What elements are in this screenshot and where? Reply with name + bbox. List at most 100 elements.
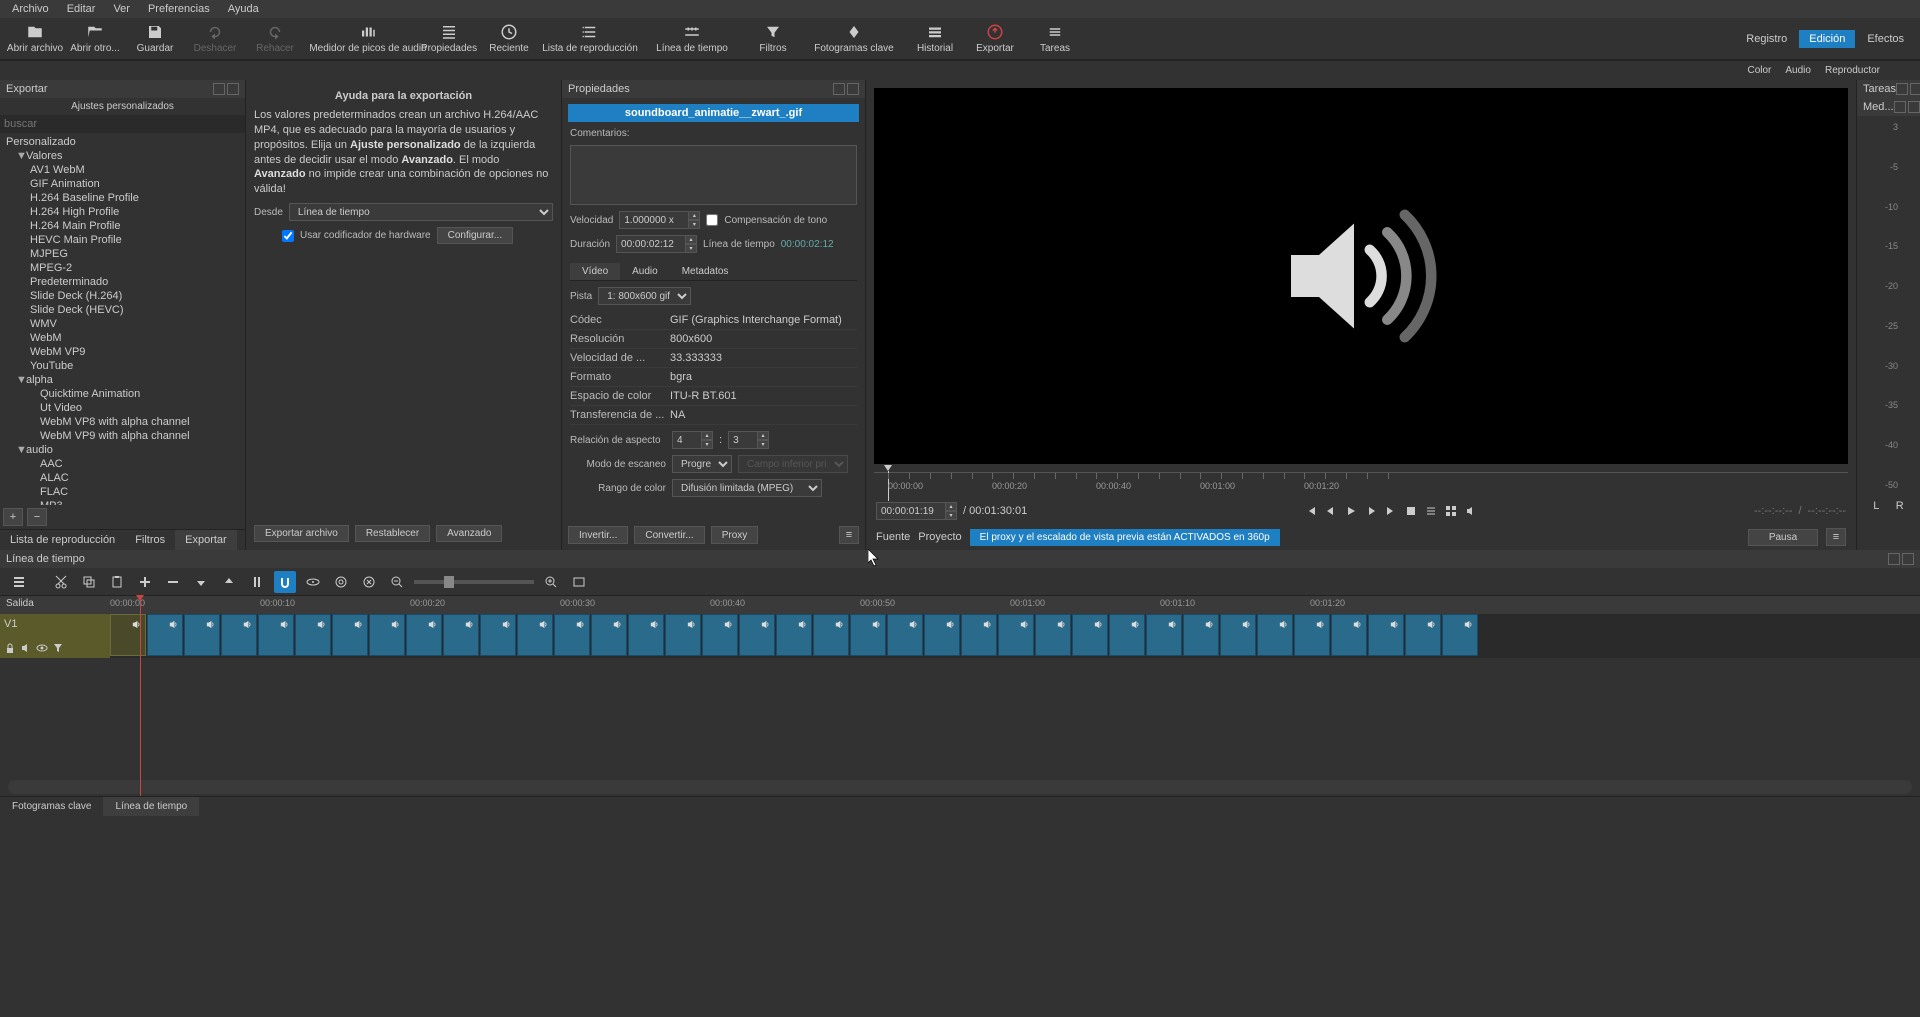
preset-item[interactable]: WMV <box>0 317 245 331</box>
clip[interactable] <box>480 614 516 656</box>
clip[interactable] <box>406 614 442 656</box>
zoom-fit-button[interactable] <box>568 571 590 593</box>
preset-item[interactable]: H.264 Baseline Profile <box>0 191 245 205</box>
clip[interactable] <box>1294 614 1330 656</box>
preset-item[interactable]: YouTube <box>0 359 245 373</box>
footer-tab-timeline[interactable]: Línea de tiempo <box>103 797 199 816</box>
props-tab-audio[interactable]: Audio <box>620 263 670 280</box>
export-file-button[interactable]: Exportar archivo <box>254 525 349 542</box>
clip[interactable] <box>184 614 220 656</box>
undock-icon[interactable] <box>833 83 845 95</box>
aspect-w-input[interactable] <box>672 431 702 449</box>
clip[interactable] <box>1220 614 1256 656</box>
clip[interactable] <box>369 614 405 656</box>
export-button[interactable]: Exportar <box>966 19 1024 59</box>
preset-item[interactable]: Quicktime Animation <box>0 387 245 401</box>
clip[interactable] <box>887 614 923 656</box>
props-tab-video[interactable]: Vídeo <box>570 263 620 280</box>
footer-tab-keyframes[interactable]: Fotogramas clave <box>0 797 103 816</box>
timeline-scrollbar[interactable] <box>8 780 1912 794</box>
source-tab[interactable]: Fuente <box>876 531 910 543</box>
close-icon[interactable] <box>227 83 239 95</box>
clip[interactable] <box>443 614 479 656</box>
preset-cat-audio[interactable]: ▼audio <box>0 443 245 457</box>
history-button[interactable]: Historial <box>906 19 964 59</box>
stop-button[interactable] <box>1402 503 1420 519</box>
pitch-comp-checkbox[interactable] <box>706 214 718 226</box>
zoom-out-button[interactable] <box>386 571 408 593</box>
menu-edit[interactable]: Editar <box>59 1 104 17</box>
lock-icon[interactable] <box>4 642 16 654</box>
subtab-color[interactable]: Color <box>1747 65 1771 76</box>
preset-item[interactable]: HEVC Main Profile <box>0 233 245 247</box>
split-button[interactable] <box>246 571 268 593</box>
tl-menu-button[interactable] <box>8 571 30 593</box>
preset-custom[interactable]: Personalizado <box>0 135 245 149</box>
filters-button[interactable]: Filtros <box>744 19 802 59</box>
next-frame-button[interactable] <box>1362 503 1380 519</box>
preset-item[interactable]: Predeterminado <box>0 275 245 289</box>
preview-menu-button[interactable]: ≡ <box>1826 528 1846 546</box>
preset-item[interactable]: GIF Animation <box>0 177 245 191</box>
proxy-button[interactable]: Proxy <box>711 526 759 544</box>
keyframes-button[interactable]: Fotogramas clave <box>804 19 904 59</box>
timeline-button[interactable]: Línea de tiempo <box>642 19 742 59</box>
clip[interactable] <box>295 614 331 656</box>
preset-item[interactable]: AAC <box>0 457 245 471</box>
undo-button[interactable]: Deshacer <box>186 19 244 59</box>
preset-cat-stock[interactable]: ▼Valores <box>0 149 245 163</box>
save-button[interactable]: Guardar <box>126 19 184 59</box>
export-tab-export[interactable]: Exportar <box>175 530 237 550</box>
tab-registry[interactable]: Registro <box>1736 30 1797 48</box>
menu-help[interactable]: Ayuda <box>220 1 267 17</box>
mute-icon[interactable] <box>20 642 32 654</box>
pause-button[interactable]: Pausa <box>1748 529 1818 546</box>
preview-ruler[interactable]: 00:00:0000:00:2000:00:4000:01:0000:01:20 <box>874 472 1848 498</box>
clip[interactable] <box>221 614 257 656</box>
clip[interactable] <box>813 614 849 656</box>
scan-mode-select[interactable]: Progresiv <box>672 455 732 473</box>
preset-item[interactable]: Slide Deck (H.264) <box>0 289 245 303</box>
copy-button[interactable] <box>78 571 100 593</box>
props-tab-metadata[interactable]: Metadatos <box>670 263 741 280</box>
track-header[interactable]: V1 <box>0 614 110 658</box>
clip[interactable] <box>1257 614 1293 656</box>
clip[interactable] <box>776 614 812 656</box>
undock-icon[interactable] <box>213 83 225 95</box>
grid-button[interactable] <box>1442 503 1460 519</box>
preset-item[interactable]: FLAC <box>0 485 245 499</box>
aspect-h-input[interactable] <box>728 431 758 449</box>
eye-icon[interactable] <box>36 642 48 654</box>
hw-encoder-checkbox[interactable] <box>282 230 294 242</box>
remove-preset-button[interactable]: − <box>27 508 47 526</box>
clip[interactable] <box>739 614 775 656</box>
preset-item[interactable]: WebM VP9 <box>0 345 245 359</box>
clip[interactable] <box>1405 614 1441 656</box>
project-tab[interactable]: Proyecto <box>918 531 961 543</box>
convert-button[interactable]: Convertir... <box>634 526 704 544</box>
preset-item[interactable]: AV1 WebM <box>0 163 245 177</box>
reset-button[interactable]: Restablecer <box>355 525 430 542</box>
menu-view[interactable]: Ver <box>105 1 138 17</box>
clip[interactable] <box>961 614 997 656</box>
preset-item[interactable]: WebM VP9 with alpha channel <box>0 429 245 443</box>
clip[interactable] <box>147 614 183 656</box>
zoom-button[interactable] <box>1422 503 1440 519</box>
subtab-player[interactable]: Reproductor <box>1825 65 1880 76</box>
clip[interactable] <box>332 614 368 656</box>
preset-item[interactable]: MPEG-2 <box>0 261 245 275</box>
spin-down[interactable]: ▾ <box>688 220 700 229</box>
preset-item[interactable]: Ut Video <box>0 401 245 415</box>
speed-input[interactable] <box>619 211 689 229</box>
playlist-button[interactable]: Lista de reproducción <box>540 19 640 59</box>
jobs-button[interactable]: Tareas <box>1026 19 1084 59</box>
preset-tree[interactable]: Personalizado ▼Valores AV1 WebMGIF Anima… <box>0 133 245 505</box>
recent-button[interactable]: Reciente <box>480 19 538 59</box>
clip[interactable] <box>591 614 627 656</box>
advanced-button[interactable]: Avanzado <box>436 525 502 542</box>
prev-frame-button[interactable] <box>1322 503 1340 519</box>
timeline-ruler[interactable]: 00:00:0000:00:1000:00:2000:00:3000:00:40… <box>110 596 1920 614</box>
menu-file[interactable]: Archivo <box>4 1 57 17</box>
configure-button[interactable]: Configurar... <box>437 227 513 244</box>
timecode-input[interactable] <box>876 502 946 520</box>
